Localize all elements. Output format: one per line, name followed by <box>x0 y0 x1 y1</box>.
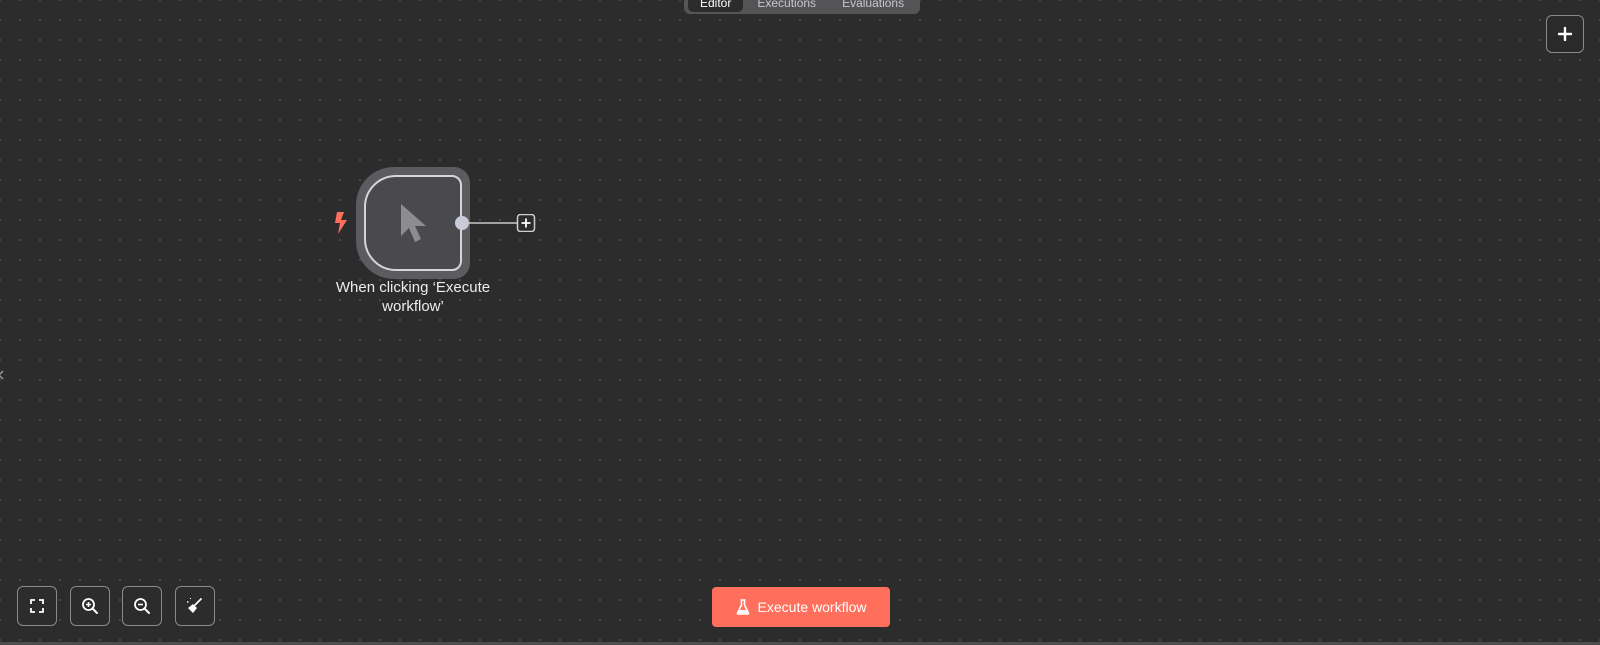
zoom-out-icon <box>134 598 150 614</box>
workflow-canvas[interactable] <box>0 0 1600 645</box>
view-tab-switcher: Editor Executions Evaluations <box>684 0 921 14</box>
execute-workflow-label: Execute workflow <box>757 599 867 615</box>
tab-executions-label: Executions <box>757 0 817 10</box>
tab-evaluations[interactable]: Evaluations <box>830 0 916 14</box>
chevron-left-icon[interactable] <box>0 368 7 382</box>
output-handle[interactable] <box>455 216 469 230</box>
add-node-button[interactable] <box>1546 15 1584 53</box>
execute-workflow-button[interactable]: Execute workflow <box>712 587 890 627</box>
plus-icon <box>1557 26 1573 42</box>
cursor-pointer-icon <box>401 204 426 242</box>
tab-editor[interactable]: Editor <box>688 0 744 12</box>
zoom-in-icon <box>82 598 98 614</box>
zoom-out-button[interactable] <box>122 586 162 626</box>
tidy-up-button[interactable] <box>175 586 215 626</box>
tab-editor-label: Editor <box>700 0 732 10</box>
node-label: When clicking ‘Execute workflow’ <box>313 278 513 316</box>
zoom-in-button[interactable] <box>70 586 110 626</box>
node-label-line-2: workflow’ <box>382 298 444 315</box>
lightning-bolt-icon <box>335 212 347 234</box>
flask-icon <box>736 599 749 615</box>
node-output-connector[interactable] <box>453 214 537 232</box>
fit-view-button[interactable] <box>17 586 57 626</box>
trigger-node[interactable] <box>364 175 462 271</box>
fullscreen-icon <box>30 599 44 613</box>
tab-evaluations-label: Evaluations <box>842 0 905 10</box>
broom-icon <box>187 598 202 613</box>
node-label-line-1: When clicking ‘Execute <box>335 279 491 296</box>
tab-executions[interactable]: Executions <box>745 0 828 14</box>
